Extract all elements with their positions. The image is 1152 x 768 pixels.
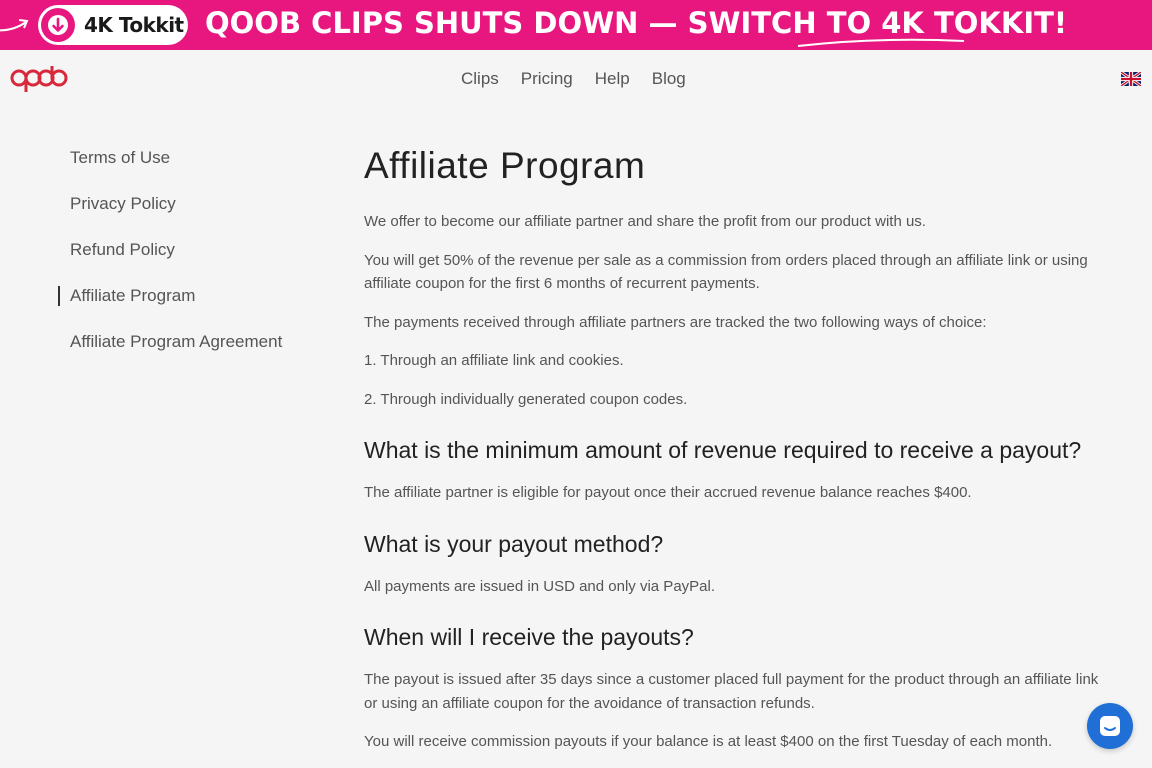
- qoob-logo[interactable]: [10, 64, 68, 94]
- sidebar-item-terms[interactable]: Terms of Use: [58, 146, 318, 192]
- section-heading: What is your payout method?: [364, 530, 664, 557]
- chat-icon: [1100, 716, 1120, 736]
- paragraph: We offer to become our affiliate partner…: [364, 213, 926, 230]
- sidebar-item-affiliate[interactable]: Affiliate Program: [58, 284, 318, 330]
- uk-flag-icon[interactable]: [1121, 72, 1141, 86]
- main-nav: Clips Pricing Help Blog: [461, 69, 708, 89]
- paragraph: You will receive commission payouts if y…: [364, 733, 1053, 750]
- nav-pricing[interactable]: Pricing: [521, 69, 573, 89]
- sidebar-item-privacy[interactable]: Privacy Policy: [58, 192, 318, 238]
- paragraph: The payments received through affiliate …: [364, 313, 987, 331]
- paragraph: You will get 50% of the revenue per sale…: [364, 251, 1088, 293]
- paragraph: The affiliate partner is eligible for pa…: [364, 484, 972, 501]
- paragraph: 1. Through an affiliate link and cookies…: [364, 352, 624, 369]
- pill-label: 4K Tokkit: [84, 13, 184, 37]
- nav-clips[interactable]: Clips: [461, 69, 499, 89]
- page-title: Affiliate Program: [364, 145, 646, 186]
- legal-sidebar: Terms of Use Privacy Policy Refund Polic…: [58, 146, 318, 376]
- site-header: Clips Pricing Help Blog: [0, 50, 1152, 108]
- sidebar-item-refund[interactable]: Refund Policy: [58, 238, 318, 284]
- section-heading: When will I receive the payouts?: [364, 624, 694, 650]
- nav-help[interactable]: Help: [595, 69, 630, 89]
- arrow-icon: [0, 19, 29, 32]
- swoosh-decoration: [797, 38, 965, 47]
- main-content: Affiliate Program We offer to become our…: [364, 144, 1104, 768]
- chat-button[interactable]: [1087, 703, 1133, 749]
- nav-blog[interactable]: Blog: [652, 69, 686, 89]
- tokkit-pill[interactable]: 4K Tokkit: [38, 5, 188, 45]
- paragraph: All payments are issued in USD and only …: [364, 577, 716, 595]
- sidebar-item-affiliate-agreement[interactable]: Affiliate Program Agreement: [58, 330, 318, 376]
- paragraph: 2. Through individually generated coupon…: [364, 390, 688, 408]
- paragraph: The payout is issued after 35 days since…: [364, 671, 1099, 712]
- tokkit-logo-icon: [41, 8, 75, 42]
- section-heading: What is the minimum amount of revenue re…: [364, 437, 1082, 463]
- promo-banner[interactable]: 4K Tokkit QOOB CLIPS SHUTS DOWN — SWITCH…: [0, 0, 1152, 50]
